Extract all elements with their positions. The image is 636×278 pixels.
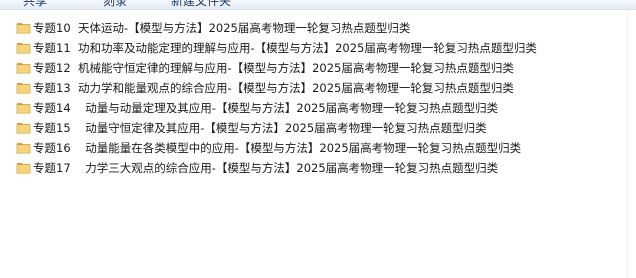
folder-row[interactable]: 专题13 动力学和能量观点的综合应用-【模型与方法】2025届高考物理一轮复习热… bbox=[0, 78, 636, 98]
share-button[interactable]: 共享 bbox=[23, 0, 47, 8]
burn-button[interactable]: 刻录 bbox=[103, 0, 127, 8]
folder-name: 专题16 动量能量在各类模型中的应用-【模型与方法】2025届高考物理一轮复习热… bbox=[33, 141, 522, 155]
new-folder-button[interactable]: 新建文件夹 bbox=[171, 0, 231, 8]
pane-divider bbox=[627, 10, 628, 278]
folder-icon bbox=[16, 62, 31, 74]
folder-icon bbox=[16, 122, 31, 134]
folder-row[interactable]: 专题10 天体运动-【模型与方法】2025届高考物理一轮复习热点题型归类 bbox=[0, 18, 636, 38]
folder-icon bbox=[16, 22, 31, 34]
folder-row[interactable]: 专题12 机械能守恒定律的理解与应用-【模型与方法】2025届高考物理一轮复习热… bbox=[0, 58, 636, 78]
folder-row[interactable]: 专题16 动量能量在各类模型中的应用-【模型与方法】2025届高考物理一轮复习热… bbox=[0, 138, 636, 158]
folder-name: 专题14 动量与动量定理及其应用-【模型与方法】2025届高考物理一轮复习热点题… bbox=[33, 101, 499, 115]
folder-name: 专题11 功和功率及动能定理的理解与应用-【模型与方法】2025届高考物理一轮复… bbox=[33, 41, 537, 55]
folder-row[interactable]: 专题15 动量守恒定律及其应用-【模型与方法】2025届高考物理一轮复习热点题型… bbox=[0, 118, 636, 138]
folder-icon bbox=[16, 142, 31, 154]
explorer-window: 共享 刻录 新建文件夹 专题10 天体运动-【模型与方法】2025届高考物理一轮… bbox=[0, 0, 636, 278]
folder-row[interactable]: 专题14 动量与动量定理及其应用-【模型与方法】2025届高考物理一轮复习热点题… bbox=[0, 98, 636, 118]
folder-name: 专题17 力学三大观点的综合应用-【模型与方法】2025届高考物理一轮复习热点题… bbox=[33, 161, 499, 175]
folder-name: 专题10 天体运动-【模型与方法】2025届高考物理一轮复习热点题型归类 bbox=[33, 21, 411, 35]
command-bar: 共享 刻录 新建文件夹 bbox=[0, 0, 636, 10]
folder-icon bbox=[16, 162, 31, 174]
folder-icon bbox=[16, 82, 31, 94]
file-list: 专题10 天体运动-【模型与方法】2025届高考物理一轮复习热点题型归类 专题1… bbox=[0, 18, 636, 178]
folder-name: 专题12 机械能守恒定律的理解与应用-【模型与方法】2025届高考物理一轮复习热… bbox=[33, 61, 514, 75]
folder-row[interactable]: 专题17 力学三大观点的综合应用-【模型与方法】2025届高考物理一轮复习热点题… bbox=[0, 158, 636, 178]
folder-name: 专题15 动量守恒定律及其应用-【模型与方法】2025届高考物理一轮复习热点题型… bbox=[33, 121, 487, 135]
folder-row[interactable]: 专题11 功和功率及动能定理的理解与应用-【模型与方法】2025届高考物理一轮复… bbox=[0, 38, 636, 58]
folder-icon bbox=[16, 102, 31, 114]
folder-icon bbox=[16, 42, 31, 54]
folder-name: 专题13 动力学和能量观点的综合应用-【模型与方法】2025届高考物理一轮复习热… bbox=[33, 81, 514, 95]
